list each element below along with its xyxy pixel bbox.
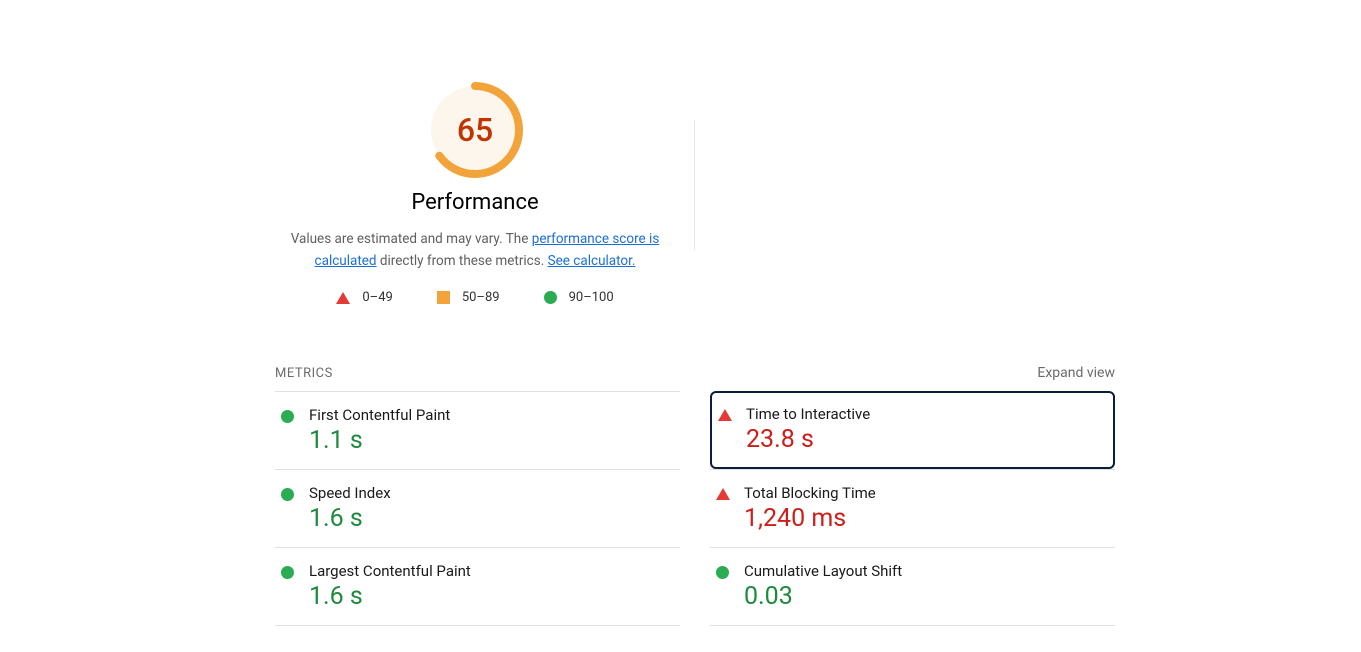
metric-label: Cumulative Layout Shift	[744, 562, 1109, 580]
metric-value: 23.8 s	[746, 425, 1107, 454]
circle-green-icon	[544, 291, 557, 304]
score-legend: 0–49 50–89 90–100	[275, 290, 675, 305]
legend-fail-label: 0–49	[362, 290, 392, 305]
desc-text: Values are estimated and may vary. The	[291, 231, 532, 247]
metric-label: Speed Index	[309, 484, 674, 502]
legend-pass: 90–100	[544, 290, 614, 305]
metric-label: Time to Interactive	[746, 405, 1107, 423]
triangle-red-icon	[336, 292, 350, 304]
performance-description: Values are estimated and may vary. The p…	[275, 229, 675, 272]
metric-lcp[interactable]: Largest Contentful Paint 1.6 s	[275, 547, 680, 626]
metrics-heading: METRICS	[275, 366, 333, 381]
metric-value: 0.03	[744, 582, 1109, 611]
metric-label: Largest Contentful Paint	[309, 562, 674, 580]
metric-tti[interactable]: Time to Interactive 23.8 s	[710, 391, 1115, 469]
metric-cls[interactable]: Cumulative Layout Shift 0.03	[710, 547, 1115, 626]
metric-value: 1.6 s	[309, 582, 674, 611]
square-orange-icon	[437, 291, 450, 304]
expand-view-button[interactable]: Expand view	[1037, 365, 1115, 381]
legend-average: 50–89	[437, 290, 500, 305]
triangle-red-icon	[718, 409, 732, 421]
see-calculator-link[interactable]: See calculator.	[548, 253, 636, 269]
score-gauge: 65	[425, 80, 525, 180]
circle-green-icon	[281, 566, 294, 579]
metric-tbt[interactable]: Total Blocking Time 1,240 ms	[710, 469, 1115, 547]
triangle-red-icon	[716, 488, 730, 500]
metric-value: 1,240 ms	[744, 504, 1109, 533]
legend-avg-label: 50–89	[462, 290, 500, 305]
circle-green-icon	[281, 488, 294, 501]
performance-title: Performance	[275, 190, 675, 215]
metric-label: Total Blocking Time	[744, 484, 1109, 502]
circle-green-icon	[281, 410, 294, 423]
legend-fail: 0–49	[336, 290, 392, 305]
metric-label: First Contentful Paint	[309, 406, 674, 424]
metric-speed-index[interactable]: Speed Index 1.6 s	[275, 469, 680, 547]
legend-pass-label: 90–100	[569, 290, 614, 305]
vertical-divider	[694, 120, 695, 250]
circle-green-icon	[716, 566, 729, 579]
performance-header: 65 Performance Values are estimated and …	[275, 80, 675, 305]
metrics-section: METRICS Expand view First Contentful Pai…	[275, 365, 1115, 626]
metric-value: 1.6 s	[309, 504, 674, 533]
metric-value: 1.1 s	[309, 426, 674, 455]
metric-fcp[interactable]: First Contentful Paint 1.1 s	[275, 391, 680, 469]
desc-text: directly from these metrics.	[377, 253, 548, 269]
score-value: 65	[425, 80, 525, 180]
